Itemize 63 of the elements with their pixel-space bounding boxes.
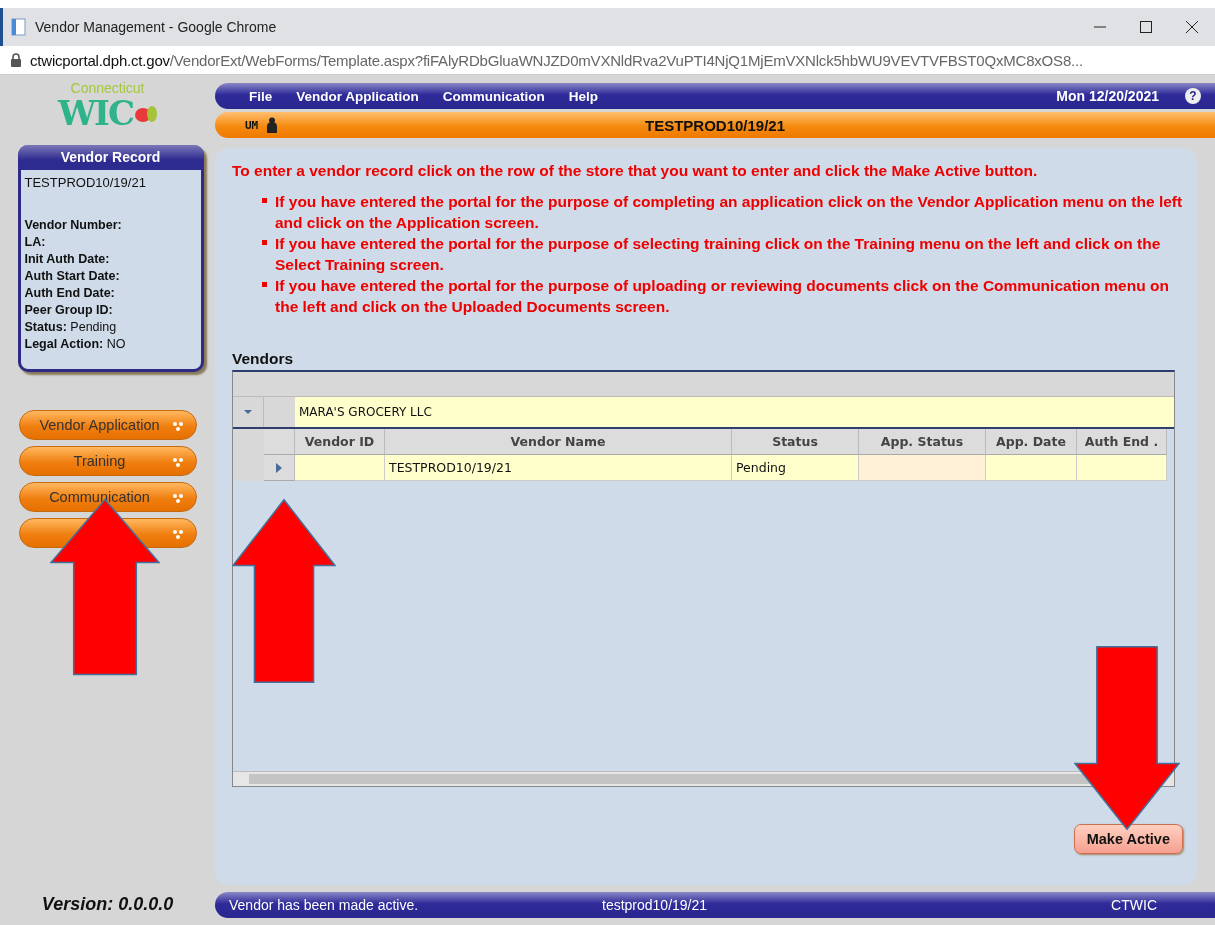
menu-item[interactable]: File — [237, 88, 285, 104]
version-label: Version: 0.0.0.0 — [41, 894, 174, 915]
status-user: testprod10/19/21 — [602, 897, 709, 913]
menu-item[interactable]: Communication — [430, 88, 557, 104]
dots-icon — [171, 421, 186, 431]
person-icon — [266, 117, 279, 133]
instruction-item: If you have entered the portal for the purpose of completing an application click on the Vendor Application menu on the left and click on the Application screen. — [275, 192, 1184, 233]
dots-icon — [171, 529, 186, 539]
instruction-item: If you have entered the portal for the purpose of uploading or reviewing documents click on the Communication menu on the left and click on the Uploaded Documents screen. — [275, 276, 1170, 317]
instruction-text: To enter a vendor record click on the row of the store that you want to enter and click the Make Active button. — [232, 162, 1039, 180]
window-title: Vendor Management - Google Chrome — [35, 19, 278, 35]
header-title: TESTPROD10/19/21 — [644, 116, 786, 134]
record-field: Vendor Number: — [24, 217, 197, 234]
logo-text: Connecticut — [70, 81, 145, 95]
row-indicator[interactable] — [264, 455, 295, 481]
make-active-button[interactable]: Make Active — [1073, 824, 1183, 854]
triangle-icon — [243, 408, 253, 416]
bullet-icon — [262, 240, 267, 245]
nav-button[interactable]: Training — [18, 446, 197, 476]
dots-icon — [171, 457, 186, 467]
record-field: Peer Group ID: — [24, 302, 197, 319]
header-label: UM — [245, 118, 259, 132]
lock-icon — [10, 53, 22, 67]
menu-item[interactable]: Help — [556, 88, 611, 104]
menu-item[interactable]: Vendor Application — [284, 88, 431, 104]
record-field: Init Auth Date: — [24, 251, 197, 268]
table-cell: TESTPROD10/19/21 — [385, 455, 732, 481]
card-title: Vendor Record — [17, 145, 204, 170]
group-indent — [233, 429, 264, 481]
bullet-icon — [262, 282, 267, 287]
logo-wordmark: WIC — [57, 95, 134, 131]
dots-icon — [171, 493, 186, 503]
address-bar[interactable]: ctwicportal.dph.ct.gov/VendorExt/WebForms/Template.aspx?fiFAlyRDbGluaWNJZD0mVXNldRva2VuPTI4NjQ1MjEmVXNlck5hbWU9VEVTVFBST0QxMC8xOS8... — [30, 51, 1083, 69]
record-field: Auth Start Date: — [24, 268, 197, 285]
nav-button[interactable]: Vendor Application — [18, 410, 197, 440]
group-row[interactable]: MARA'S GROCERY LLC — [264, 397, 1174, 427]
record-field: Auth End Date: — [24, 285, 197, 302]
column-header[interactable]: Auth End . — [1077, 429, 1167, 455]
instruction-item: If you have entered the portal for the purpose of selecting training click on the Training menu on the left and click on the Select Training screen. — [275, 234, 1162, 275]
close-icon — [1185, 20, 1199, 34]
record-field: LA: — [24, 234, 197, 251]
record-field: Legal Action: NO — [24, 336, 197, 353]
date-label: Mon 12/20/2021 — [1056, 88, 1159, 104]
section-title: Vendors — [232, 350, 295, 368]
column-header[interactable]: Vendor Name — [385, 429, 732, 455]
horizontal-scrollbar[interactable] — [233, 771, 1174, 786]
page-icon — [11, 18, 27, 36]
triangle-icon — [276, 462, 282, 473]
help-button[interactable]: ? — [1185, 88, 1201, 104]
column-header[interactable]: Status — [732, 429, 859, 455]
column-header[interactable]: App. Date — [986, 429, 1077, 455]
corner-cell — [264, 429, 295, 455]
record-field: Status: Pending — [24, 319, 197, 336]
table-cell: Pending — [732, 455, 859, 481]
status-message: Vendor has been made active. — [229, 897, 420, 913]
nav-button[interactable]: Communication — [18, 482, 197, 512]
column-header[interactable]: App. Status — [859, 429, 986, 455]
column-header[interactable]: Vendor ID — [295, 429, 385, 455]
status-site: CTWIC — [1111, 897, 1157, 913]
expand-toggle[interactable] — [233, 397, 264, 427]
maximize-icon — [1139, 20, 1153, 34]
bullet-icon — [262, 198, 267, 203]
record-name: TESTPROD10/19/21 — [24, 174, 147, 191]
